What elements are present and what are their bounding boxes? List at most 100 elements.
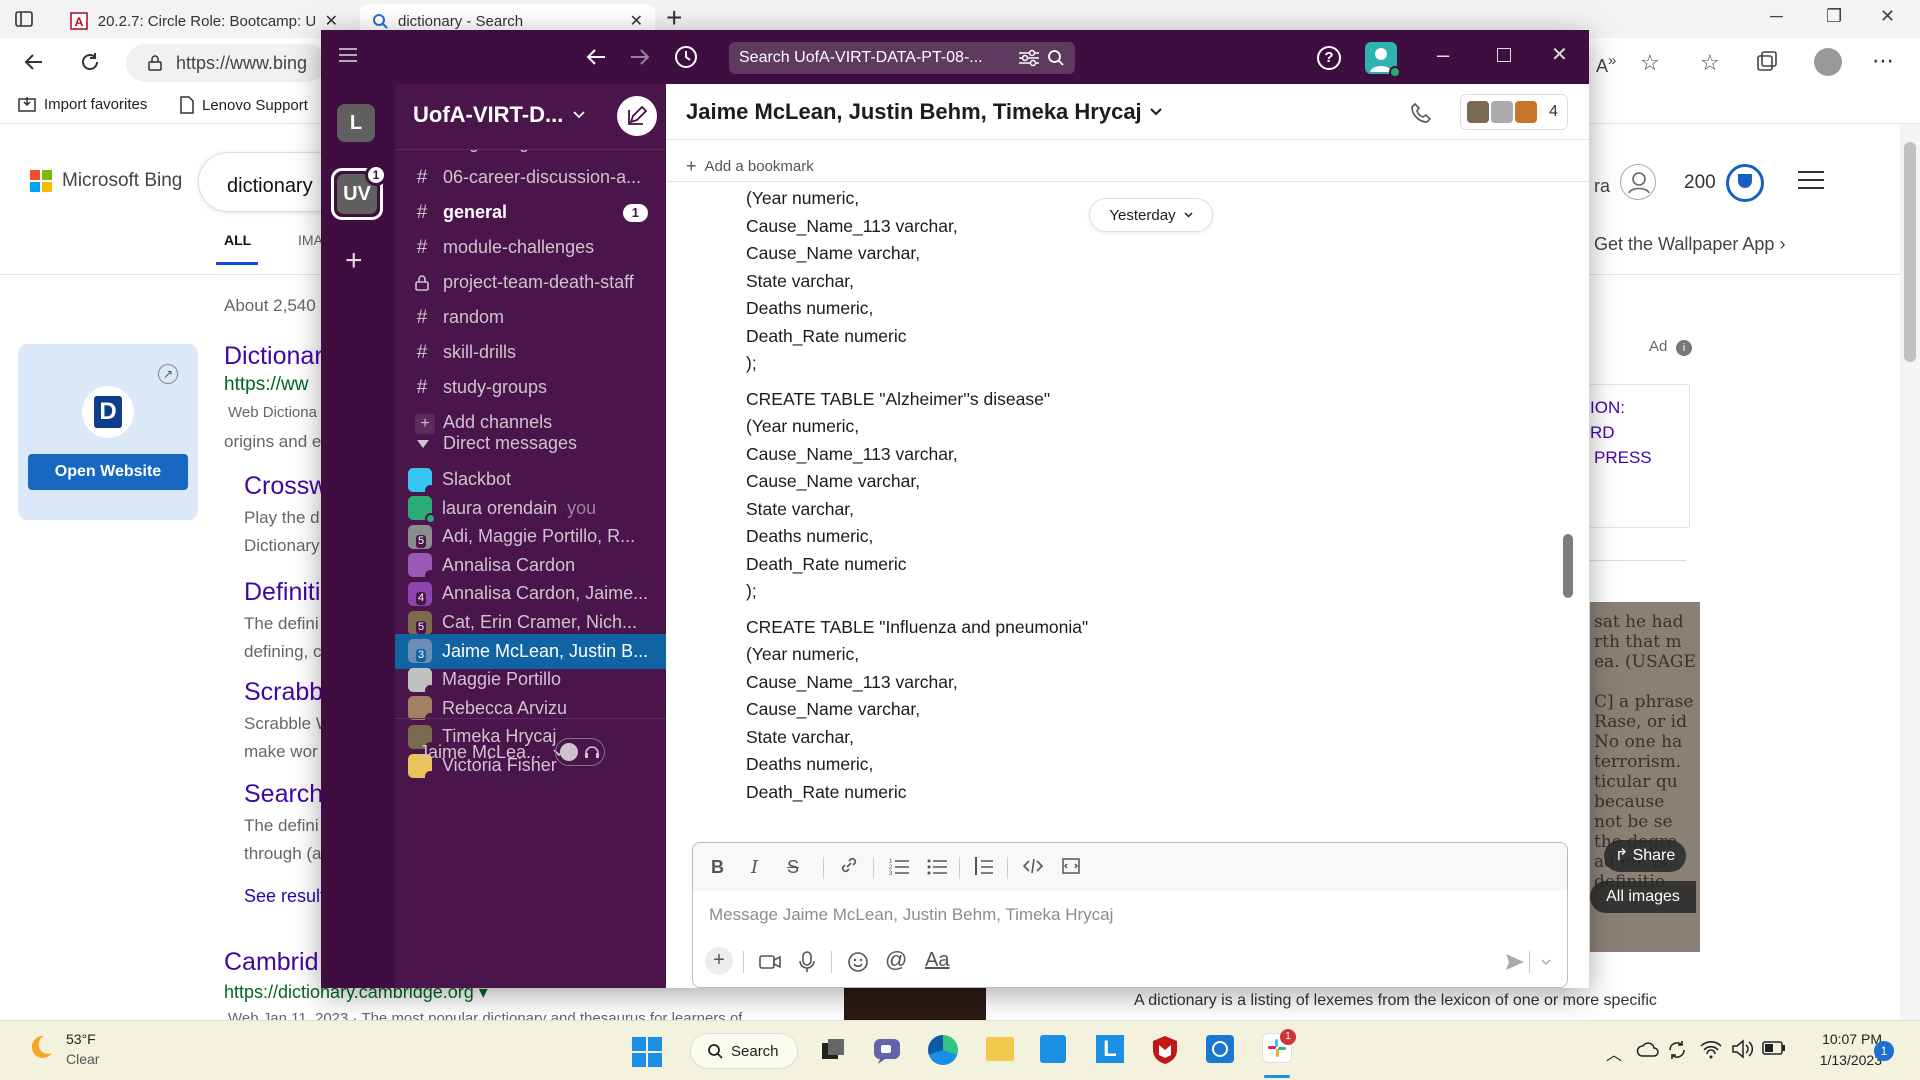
dictionary-image[interactable]: sat he had rth that m ea. (USAGE C] a phras… — [1590, 602, 1700, 952]
favorites-icon[interactable]: ☆ — [1700, 50, 1720, 76]
all-images-button[interactable]: All images — [1590, 881, 1696, 913]
scrollbar-thumb[interactable] — [1904, 142, 1916, 362]
formatting-toggle[interactable]: Aa — [925, 949, 949, 972]
video-clip-icon[interactable] — [759, 953, 781, 971]
channel-item[interactable]: # skill-drills — [395, 335, 666, 370]
result-title[interactable]: Definiti — [244, 578, 320, 607]
filter-icon[interactable] — [1019, 49, 1039, 67]
show-hidden-icons[interactable]: ︿ — [1606, 1041, 1622, 1065]
help-icon[interactable]: ? — [1317, 46, 1341, 70]
search-icon[interactable] — [1047, 49, 1065, 67]
chevron-down-icon[interactable] — [1541, 959, 1551, 966]
tab-close-icon[interactable]: ✕ — [630, 11, 643, 31]
hamburger-menu-icon[interactable] — [1798, 170, 1824, 190]
sync-icon[interactable] — [1666, 1039, 1688, 1061]
back-arrow-icon[interactable] — [585, 46, 607, 68]
task-view-icon[interactable] — [820, 1037, 846, 1063]
close-window-icon[interactable]: ✕ — [1880, 6, 1895, 27]
result-title[interactable]: Cambrid — [224, 948, 318, 977]
user-avatar[interactable] — [1365, 42, 1401, 78]
user-name[interactable]: ra — [1594, 176, 1610, 197]
sidebar-toggle-icon[interactable] — [339, 48, 357, 62]
strikethrough-icon[interactable]: S — [787, 857, 799, 878]
wallpaper-link[interactable]: Get the Wallpaper App › — [1594, 234, 1785, 255]
channel-item[interactable]: # study-groups — [395, 370, 666, 405]
page-scrollbar[interactable] — [1900, 124, 1920, 1020]
collections-icon[interactable] — [1756, 50, 1778, 72]
send-icon[interactable] — [1505, 953, 1525, 971]
forward-arrow-icon[interactable] — [629, 46, 651, 68]
mcafee-icon[interactable] — [1152, 1035, 1178, 1065]
wifi-icon[interactable] — [1700, 1039, 1722, 1059]
share-button[interactable]: ↱ Share — [1604, 840, 1686, 872]
channel-item[interactable]: # general 1 — [395, 195, 666, 230]
address-bar[interactable]: https://www.bing — [126, 44, 326, 82]
bullet-list-icon[interactable] — [927, 857, 947, 875]
direct-messages-header[interactable]: Direct messages — [417, 433, 577, 454]
maximize-icon[interactable] — [1497, 48, 1511, 62]
huddle-channel-select[interactable]: Jaime McLea... — [419, 742, 565, 763]
clock-date[interactable]: 1/13/2023 — [1796, 1052, 1882, 1068]
volume-icon[interactable] — [1732, 1039, 1754, 1059]
weather-temp[interactable]: 53°F — [66, 1031, 96, 1047]
restore-icon[interactable]: ❐ — [1826, 6, 1842, 27]
open-website-button[interactable]: Open Website — [28, 454, 188, 490]
result-url[interactable]: https://ww — [224, 374, 308, 396]
emoji-icon[interactable] — [847, 951, 869, 973]
channel-item[interactable]: # random — [395, 300, 666, 335]
result-title[interactable]: Crossw — [244, 472, 327, 501]
workspace-name-button[interactable]: UofA-VIRT-D... — [413, 102, 585, 128]
code-block-icon[interactable] — [1061, 857, 1081, 875]
read-aloud-icon[interactable]: A» — [1596, 52, 1616, 77]
bing-logo[interactable]: Microsoft Bing — [30, 170, 182, 192]
start-icon[interactable] — [632, 1037, 662, 1067]
close-icon[interactable]: ✕ — [1551, 42, 1568, 67]
huddle-toggle[interactable] — [555, 738, 605, 766]
add-workspace-button[interactable]: + — [345, 244, 363, 278]
compose-button[interactable] — [617, 96, 657, 136]
info-icon[interactable]: i — [1676, 340, 1692, 356]
onedrive-icon[interactable] — [1636, 1041, 1660, 1057]
favorite-lenovo[interactable]: Lenovo Support — [180, 96, 308, 114]
notification-badge[interactable]: 1 — [1874, 1041, 1894, 1061]
result-title[interactable]: Scrabb — [244, 678, 323, 707]
message-scrollbar-thumb[interactable] — [1563, 534, 1573, 598]
refresh-icon[interactable] — [78, 50, 102, 74]
members-button[interactable]: 4 — [1460, 94, 1568, 130]
user-avatar-icon[interactable] — [1620, 164, 1656, 200]
add-favorite-icon[interactable]: ☆ — [1640, 50, 1660, 76]
ad-box[interactable]: ION: RD PRESS — [1590, 384, 1690, 528]
browser-tab-bootcamp[interactable]: A 20.2.7: Circle Role: Bootcamp: Uo ✕ — [58, 4, 350, 38]
store-icon[interactable] — [1040, 1035, 1066, 1063]
tab-actions-icon[interactable] — [14, 9, 34, 29]
message-input[interactable]: Message Jaime McLean, Justin Behm, Timek… — [709, 905, 1113, 925]
link-icon[interactable] — [839, 855, 859, 875]
battery-icon[interactable] — [1762, 1041, 1786, 1055]
slack-search-bar[interactable]: Search UofA-VIRT-DATA-PT-08-... — [729, 42, 1075, 74]
result-title[interactable]: Dictionar — [224, 342, 323, 371]
date-divider-button[interactable]: Yesterday — [1089, 198, 1213, 232]
call-icon[interactable] — [1410, 102, 1432, 124]
app-icon[interactable] — [1206, 1035, 1234, 1063]
weather-moon-icon[interactable] — [26, 1033, 54, 1061]
mention-icon[interactable]: @ — [885, 947, 907, 973]
blockquote-icon[interactable] — [975, 857, 993, 875]
teams-chat-icon[interactable] — [872, 1035, 902, 1065]
favorite-import[interactable]: Import favorites — [18, 96, 147, 113]
workspace-l[interactable]: L — [337, 104, 375, 142]
ordered-list-icon[interactable]: 123 — [889, 857, 909, 875]
taskbar-search[interactable]: Search — [690, 1033, 798, 1069]
rewards-trophy-icon[interactable] — [1726, 164, 1764, 202]
code-icon[interactable] — [1023, 857, 1043, 875]
bing-nav-images[interactable]: IMA — [298, 232, 323, 248]
see-results-link[interactable]: See result — [244, 886, 325, 907]
minimize-icon[interactable]: ─ — [1770, 6, 1783, 27]
tab-close-icon[interactable]: ✕ — [325, 11, 338, 31]
bing-nav-all[interactable]: ALL — [224, 232, 251, 248]
conversation-title-button[interactable]: Jaime McLean, Justin Behm, Timeka Hrycaj — [686, 99, 1162, 125]
channel-item[interactable]: #06-career-discussion-a... — [395, 160, 666, 195]
italic-icon[interactable]: I — [751, 857, 758, 878]
file-explorer-icon[interactable] — [986, 1037, 1014, 1061]
channel-item[interactable]: project-team-death-staff — [395, 265, 666, 300]
bold-icon[interactable]: B — [711, 857, 724, 878]
